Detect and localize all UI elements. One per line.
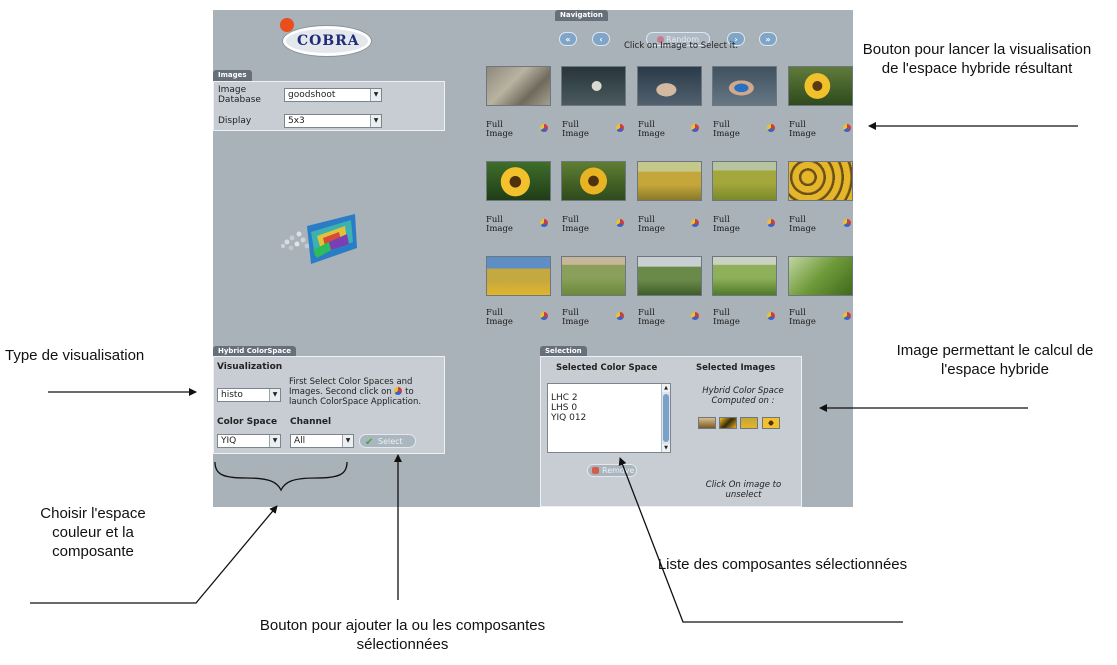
- annotation-choose-space: Choisir l'espace couleur et la composant…: [40, 505, 146, 560]
- arrow-list: [618, 457, 903, 623]
- annotation-arrows: [30, 122, 1078, 623]
- annotation-image-calc: Image permettant le calcul de l'espace h…: [896, 342, 1094, 378]
- annotation-visualization-type: Type de visualisation: [5, 347, 145, 364]
- brace: [214, 461, 348, 492]
- annotation-add-button: Bouton pour ajouter la ou les composante…: [259, 617, 546, 653]
- annotation-list-components: Liste des composantes sélectionnées: [657, 556, 908, 573]
- annotation-launch-button: Bouton pour lancer la visualisation de l…: [862, 41, 1092, 77]
